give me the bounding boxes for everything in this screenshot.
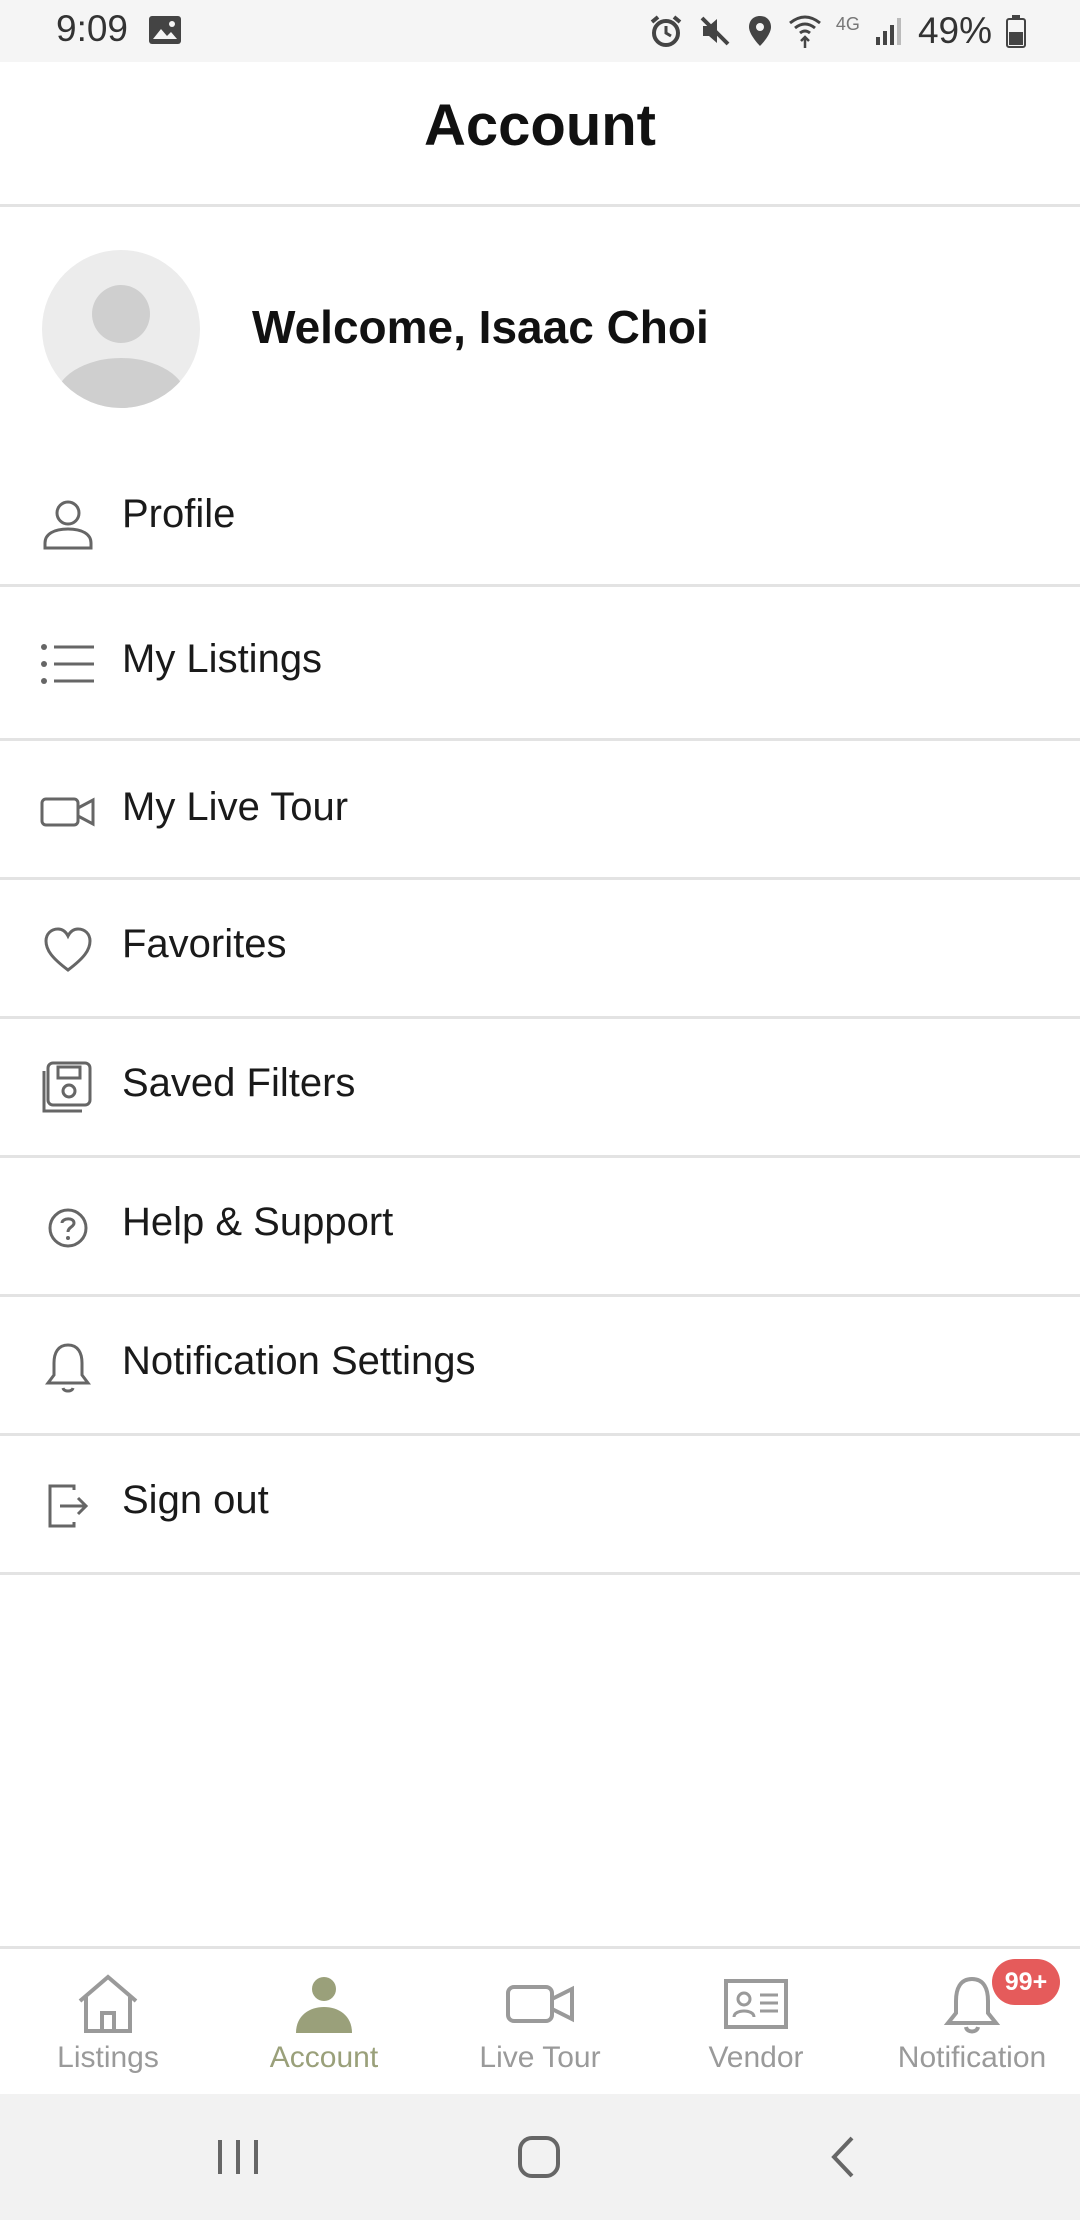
tab-label-notification: Notification xyxy=(897,2041,1047,2074)
home-button-icon[interactable] xyxy=(500,2122,580,2192)
menu-label-help-support: Help & Support xyxy=(122,1200,394,1244)
avatar[interactable] xyxy=(42,250,200,408)
menu-item-sign-out[interactable]: Sign out xyxy=(0,1436,1080,1575)
menu-item-my-live-tour[interactable]: My Live Tour xyxy=(0,741,1080,880)
network-type: 4G xyxy=(835,13,860,34)
person-icon xyxy=(40,496,96,552)
menu-item-saved-filters[interactable]: Saved Filters xyxy=(0,1019,1080,1158)
app-header: Account xyxy=(0,62,1080,207)
gallery-notification-icon xyxy=(148,15,182,50)
system-navigation-bar xyxy=(0,2094,1080,2220)
location-icon xyxy=(746,14,774,48)
alarm-icon xyxy=(648,13,684,49)
tab-notification[interactable]: 99+ Notification xyxy=(864,1949,1080,2095)
page-title: Account xyxy=(424,93,656,158)
video-camera-icon xyxy=(40,783,96,839)
menu-item-notification-settings[interactable]: Notification Settings xyxy=(0,1297,1080,1436)
menu-item-profile[interactable]: Profile xyxy=(0,448,1080,587)
tab-label-vendor: Vendor xyxy=(708,2041,804,2074)
tab-account[interactable]: Account xyxy=(216,1949,432,2095)
status-bar: 9:09 4G 49% xyxy=(0,0,1080,62)
recent-apps-icon[interactable] xyxy=(198,2122,278,2192)
video-camera-icon xyxy=(504,1971,576,2035)
menu-label-my-live-tour: My Live Tour xyxy=(122,785,349,829)
welcome-message: Welcome, Isaac Choi xyxy=(252,301,709,353)
tab-label-account: Account xyxy=(269,2041,379,2074)
heart-icon xyxy=(40,922,96,978)
tab-label-live-tour: Live Tour xyxy=(479,2041,601,2074)
menu-label-profile: Profile xyxy=(122,492,236,536)
menu-label-my-listings: My Listings xyxy=(122,637,323,681)
menu-item-help-support[interactable]: Help & Support xyxy=(0,1158,1080,1297)
menu-label-sign-out: Sign out xyxy=(122,1478,269,1522)
account-icon xyxy=(288,1971,360,2035)
tab-label-listings: Listings xyxy=(57,2041,159,2074)
back-icon[interactable] xyxy=(802,2122,882,2192)
bell-icon xyxy=(40,1339,96,1395)
id-card-icon xyxy=(720,1971,792,2035)
question-circle-icon xyxy=(40,1200,96,1256)
menu-label-favorites: Favorites xyxy=(122,922,287,966)
floppy-disk-icon xyxy=(40,1059,96,1115)
status-time: 9:09 xyxy=(56,8,129,49)
wifi-icon xyxy=(788,13,822,49)
menu-label-notification-settings: Notification Settings xyxy=(122,1339,476,1383)
menu-label-saved-filters: Saved Filters xyxy=(122,1061,356,1105)
bottom-navigation: Listings Account Live Tour Vendor 99+ No… xyxy=(0,1946,1080,2095)
signal-icon xyxy=(874,15,904,47)
battery-percent: 49% xyxy=(917,10,992,51)
tab-listings[interactable]: Listings xyxy=(0,1949,216,2095)
tab-live-tour[interactable]: Live Tour xyxy=(432,1949,648,2095)
menu-item-favorites[interactable]: Favorites xyxy=(0,880,1080,1019)
battery-icon xyxy=(1006,14,1026,48)
mute-icon xyxy=(698,14,732,48)
tab-vendor[interactable]: Vendor xyxy=(648,1949,864,2095)
notification-badge: 99+ xyxy=(992,1959,1060,2005)
welcome-section: Welcome, Isaac Choi xyxy=(0,206,1080,434)
sign-out-icon xyxy=(40,1478,96,1534)
home-icon xyxy=(72,1971,144,2035)
list-icon xyxy=(40,637,96,693)
menu-item-my-listings[interactable]: My Listings xyxy=(0,587,1080,741)
